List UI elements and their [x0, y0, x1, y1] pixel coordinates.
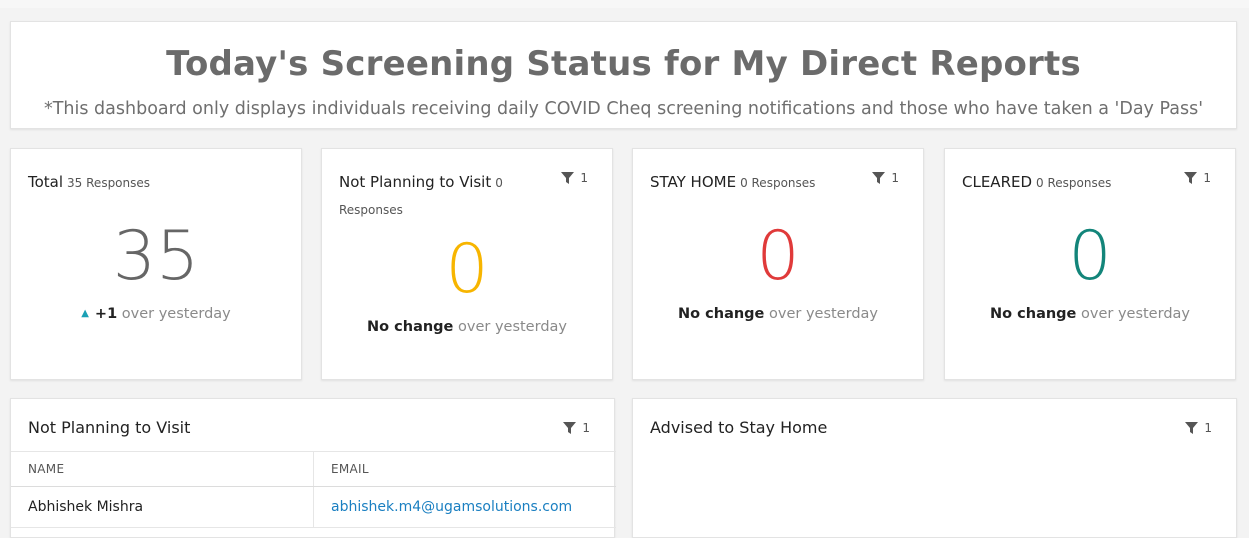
kpi-responses: 35 Responses — [67, 176, 151, 190]
table-row[interactable]: Abhishek Mishra abhishek.m4@ugamsolution… — [11, 486, 616, 528]
kpi-change-rest: over yesterday — [769, 306, 878, 322]
kpi-change-strong: No change — [990, 306, 1077, 322]
kpi-title: CLEARED 0 Responses — [962, 169, 1175, 196]
filter-count: 1 — [580, 171, 588, 185]
column-header-email[interactable]: EMAIL — [313, 451, 616, 487]
kpi-change-rest: over yesterday — [1081, 306, 1190, 322]
kpi-change-strong: No change — [678, 306, 765, 322]
page-subtitle: *This dashboard only displays individual… — [43, 99, 1204, 119]
filter-count: 1 — [1204, 421, 1212, 435]
kpi-change: No change over yesterday — [633, 306, 923, 322]
panel-stay-home: Advised to Stay Home 1 — [632, 398, 1237, 538]
kpi-card-total[interactable]: Total 35 Responses 35 ▲ +1 over yesterday — [10, 148, 302, 380]
kpi-title: STAY HOME 0 Responses — [650, 169, 863, 196]
top-strip — [0, 0, 1249, 8]
kpi-value: 0 — [1068, 217, 1112, 296]
kpi-title-label: Not Planning to Visit — [339, 173, 492, 191]
kpi-change: ▲ +1 over yesterday — [11, 306, 301, 322]
filter-count: 1 — [891, 171, 899, 185]
panel-title: Not Planning to Visit — [28, 418, 191, 437]
kpi-card-stay-home[interactable]: STAY HOME 0 Responses 1 0 No change over … — [632, 148, 924, 380]
kpi-title-label: Total — [28, 173, 64, 191]
kpi-responses: 0 Responses — [1036, 176, 1112, 190]
filter-count: 1 — [1203, 171, 1211, 185]
kpi-title: Not Planning to Visit 0 Responses — [339, 169, 509, 223]
kpi-title-label: CLEARED — [962, 173, 1033, 191]
responses-table: NAME EMAIL Abhishek Mishra abhishek.m4@u… — [11, 451, 616, 528]
filter-icon — [561, 172, 575, 184]
filter-icon — [872, 172, 886, 184]
kpi-title-label: STAY HOME — [650, 173, 737, 191]
page-title: Today's Screening Status for My Direct R… — [166, 44, 1081, 84]
kpi-card-cleared[interactable]: CLEARED 0 Responses 1 0 No change over ye… — [944, 148, 1236, 380]
panel-not-planning: Not Planning to Visit 1 NAME EMAIL Abhis… — [10, 398, 616, 538]
triangle-up-icon: ▲ — [81, 308, 89, 319]
email-link[interactable]: abhishek.m4@ugamsolutions.com — [331, 499, 572, 515]
kpi-value: 0 — [756, 217, 800, 296]
kpi-change-rest: over yesterday — [121, 306, 231, 322]
filter-button[interactable]: 1 — [872, 171, 899, 185]
filter-icon — [1184, 172, 1198, 184]
kpi-change: No change over yesterday — [322, 319, 612, 335]
filter-button[interactable]: 1 — [561, 171, 588, 185]
filter-icon — [563, 422, 577, 434]
kpi-change-rest: over yesterday — [458, 319, 567, 335]
kpi-change-strong: +1 — [94, 306, 118, 322]
kpi-card-not-planning[interactable]: Not Planning to Visit 0 Responses 1 0 No … — [321, 148, 613, 380]
kpi-change-strong: No change — [367, 319, 454, 335]
filter-button[interactable]: 1 — [1184, 171, 1211, 185]
dashboard-header: Today's Screening Status for My Direct R… — [10, 21, 1237, 129]
cell-name: Abhishek Mishra — [11, 486, 314, 528]
filter-button[interactable]: 1 — [563, 421, 590, 435]
kpi-value: 0 — [445, 230, 489, 309]
cell-email: abhishek.m4@ugamsolutions.com — [313, 486, 616, 528]
table-header-row: NAME EMAIL — [11, 451, 616, 487]
filter-icon — [1185, 422, 1199, 434]
filter-count: 1 — [582, 421, 590, 435]
kpi-title: Total 35 Responses — [28, 169, 241, 196]
filter-button[interactable]: 1 — [1185, 421, 1212, 435]
kpi-responses: 0 Responses — [740, 176, 816, 190]
kpi-value: 35 — [112, 217, 200, 296]
panel-title: Advised to Stay Home — [650, 418, 828, 437]
column-header-name[interactable]: NAME — [11, 451, 314, 487]
kpi-change: No change over yesterday — [945, 306, 1235, 322]
